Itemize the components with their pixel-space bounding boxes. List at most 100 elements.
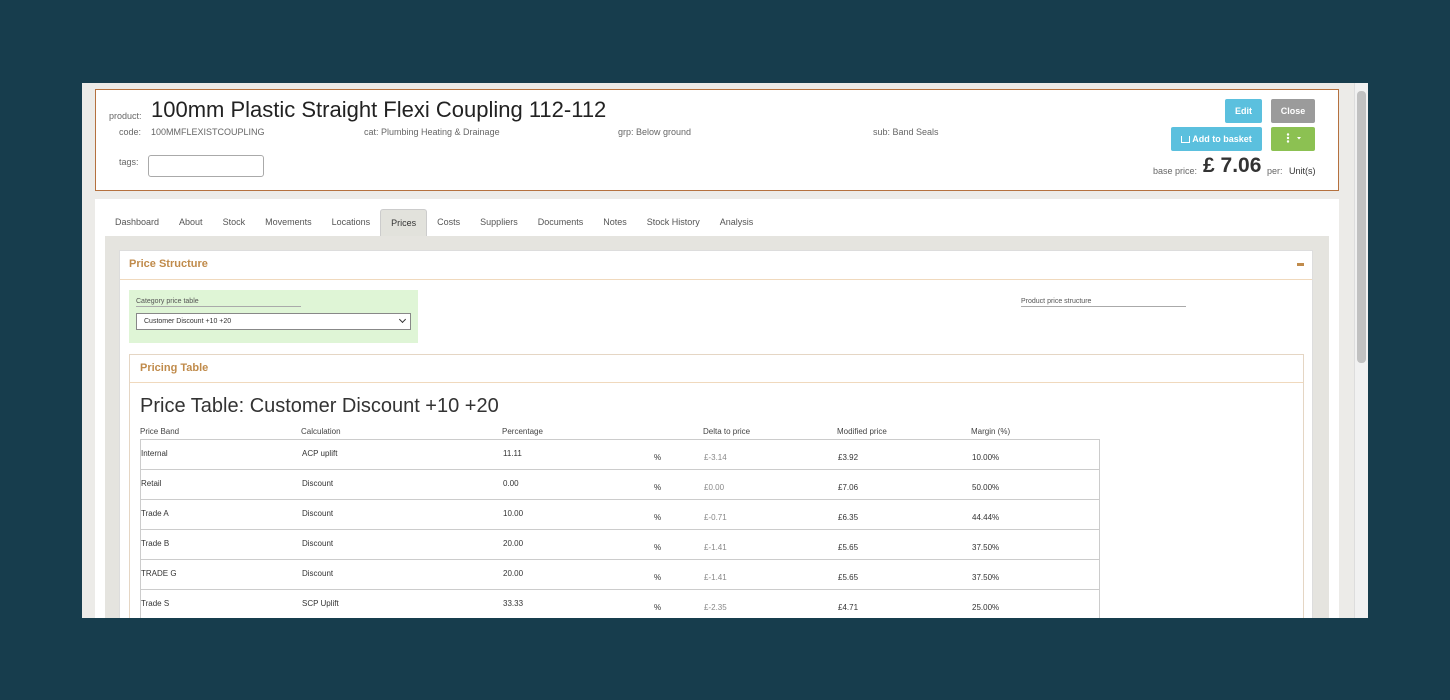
tags-label: tags: [119,157,139,167]
product-header: product: 100mm Plastic Straight Flexi Co… [95,89,1339,191]
cell-delta: £-2.35 [704,603,727,612]
code-label: code: [119,127,142,137]
base-price-label: base price: [1153,166,1198,176]
cell-margin: 10.00% [972,453,1000,462]
cell-percentage[interactable]: 0.00 [503,479,519,488]
more-actions-button[interactable] [1271,127,1315,151]
cell-calculation: SCP Uplift [302,599,339,608]
category-value: cat: Plumbing Heating & Drainage [364,127,500,137]
scroll-thumb[interactable] [1357,91,1366,363]
chevron-down-icon [398,315,407,324]
cell-percentage[interactable]: 20.00 [503,539,523,548]
cell-price-band: Internal [141,449,168,458]
prices-tab-panel: Price Structure Category price table Cus… [105,236,1329,618]
group-value: grp: Below ground [618,127,692,137]
cell-modified-price: £3.92 [838,453,859,462]
cell-calculation: ACP uplift [302,449,338,458]
per-label: per: [1267,166,1283,176]
section-divider [120,279,1312,280]
base-price-value: £ 7.06 [1203,154,1262,177]
column-header-calculation: Calculation [301,427,341,436]
price-table-heading: Price Table: Customer Discount +10 +20 [140,395,499,417]
cell-percent-symbol: % [654,453,662,462]
product-price-structure-label: Product price structure [1021,298,1186,307]
cell-margin: 50.00% [972,483,1000,492]
cell-delta: £-1.41 [704,573,727,582]
cell-percentage[interactable]: 10.00 [503,509,523,518]
cell-percent-symbol: % [654,543,662,552]
edit-button[interactable]: Edit [1225,99,1262,123]
cell-delta: £-0.71 [704,513,727,522]
column-header-percentage: Percentage [502,427,543,436]
tab-suppliers[interactable]: Suppliers [470,209,528,236]
table-row: Trade B Discount 20.00 % £-1.41 £5.65 37… [141,530,1099,560]
table-row: TRADE G Discount 20.00 % £-1.41 £5.65 37… [141,560,1099,590]
price-structure-section: Price Structure Category price table Cus… [119,250,1313,618]
cell-price-band: Trade A [141,509,169,518]
tab-about[interactable]: About [169,209,213,236]
tab-stock[interactable]: Stock [213,209,256,236]
add-to-basket-label: Add to basket [1192,134,1252,144]
cell-price-band: TRADE G [141,569,177,578]
close-button[interactable]: Close [1271,99,1315,123]
cell-modified-price: £6.35 [838,513,859,522]
subgroup-value: sub: Band Seals [873,127,939,137]
cell-calculation: Discount [302,509,334,518]
cell-delta: £-1.41 [704,543,727,552]
cell-modified-price: £5.65 [838,543,859,552]
tab-notes[interactable]: Notes [593,209,637,236]
cell-modified-price: £7.06 [838,483,859,492]
pricing-table-section: Pricing Table Price Table: Customer Disc… [129,354,1304,618]
cell-margin: 25.00% [972,603,1000,612]
pricing-table-title: Pricing Table [140,362,209,374]
category-price-table-box: Category price table Customer Discount +… [129,290,418,343]
tab-locations[interactable]: Locations [322,209,381,236]
collapse-icon[interactable] [1297,263,1304,266]
cell-percentage[interactable]: 33.33 [503,599,523,608]
cell-calculation: Discount [302,479,334,488]
cell-margin: 37.50% [972,573,1000,582]
cell-modified-price: £5.65 [838,573,859,582]
code-value: 100MMFLEXISTCOUPLING [151,127,265,137]
tab-dashboard[interactable]: Dashboard [105,209,169,236]
cell-percentage[interactable]: 11.11 [503,449,522,458]
column-header-modified-price: Modified price [837,427,887,436]
cell-percent-symbol: % [654,603,662,612]
product-modal: product: 100mm Plastic Straight Flexi Co… [82,83,1368,618]
tab-costs[interactable]: Costs [427,209,470,236]
cell-margin: 44.44% [972,513,1000,522]
add-to-basket-button[interactable]: Add to basket [1171,127,1262,151]
tab-prices[interactable]: Prices [380,209,428,236]
scrollbar[interactable] [1354,83,1368,618]
cell-calculation: Discount [302,539,334,548]
tab-bar: Dashboard About Stock Movements Location… [105,209,763,237]
product-content: Dashboard About Stock Movements Location… [95,199,1339,618]
category-selected-value: Customer Discount +10 +20 [144,318,232,325]
cell-price-band: Trade S [141,599,170,608]
cell-delta: £-3.14 [704,453,727,462]
column-header-margin: Margin (%) [971,427,1011,436]
tags-input[interactable] [148,155,264,177]
tab-analysis[interactable]: Analysis [710,209,764,236]
column-header-price-band: Price Band [140,427,180,436]
cell-percent-symbol: % [654,573,662,582]
table-row: Trade A Discount 10.00 % £-0.71 £6.35 44… [141,500,1099,530]
cell-percent-symbol: % [654,513,662,522]
category-price-table-select[interactable]: Customer Discount +10 +20 [136,313,411,330]
more-options-icon [1286,133,1301,143]
pricing-table: Internal ACP uplift 11.11 % £-3.14 £3.92… [140,439,1100,618]
tab-stock-history[interactable]: Stock History [637,209,710,236]
cell-percent-symbol: % [654,483,662,492]
cell-margin: 37.50% [972,543,1000,552]
product-title: 100mm Plastic Straight Flexi Coupling 11… [151,97,607,122]
product-label: product: [109,111,142,121]
column-header-delta: Delta to price [703,427,751,436]
cell-delta: £0.00 [704,483,725,492]
tab-documents[interactable]: Documents [528,209,594,236]
tab-movements[interactable]: Movements [255,209,322,236]
cell-price-band: Retail [141,479,162,488]
pricing-divider [130,382,1303,383]
cell-calculation: Discount [302,569,334,578]
cell-percentage[interactable]: 20.00 [503,569,523,578]
table-row: Retail Discount 0.00 % £0.00 £7.06 50.00… [141,470,1099,500]
